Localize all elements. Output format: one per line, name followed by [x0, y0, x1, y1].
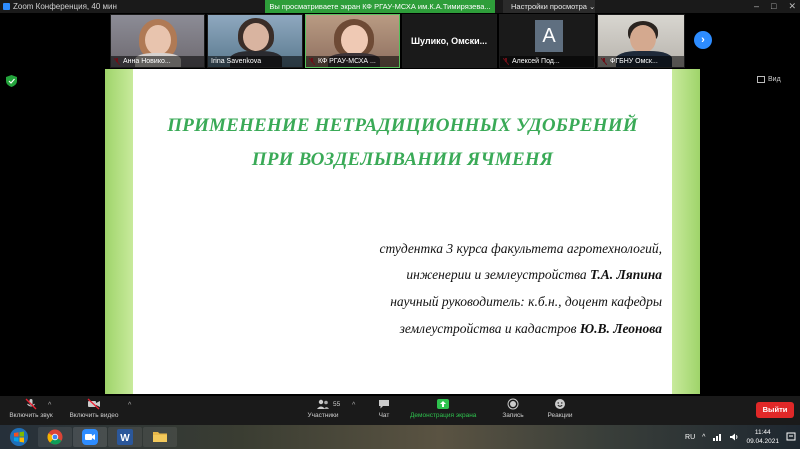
- slide-author-line-1: студентка 3 курса факультета агротехноло…: [379, 241, 662, 256]
- participant-video-tile-active[interactable]: КФ РГАУ-МСХА ...: [305, 14, 400, 68]
- speaker-icon[interactable]: [729, 432, 739, 442]
- presentation-slide: ПРИМЕНЕНИЕ НЕТРАДИЦИОННЫХ УДОБРЕНИЙ ПРИ …: [105, 69, 700, 394]
- notifications-icon[interactable]: [786, 432, 796, 442]
- slide-title-line-2: ПРИ ВОЗДЕЛЫВАНИИ ЯЧМЕНЯ: [251, 149, 554, 170]
- participants-label: Участники: [307, 412, 339, 419]
- shared-screen-area: Вид ПРИМЕНЕНИЕ НЕТРАДИЦИОННЫХ УДОБРЕНИЙ …: [0, 69, 800, 396]
- smiley-face-icon: [555, 399, 565, 409]
- avatar: A: [535, 20, 563, 52]
- video-options-caret-icon[interactable]: ^: [128, 402, 131, 409]
- window-title: Zoom Конференция, 40 мин: [13, 2, 117, 11]
- supervisor-name: Ю.В. Леонова: [579, 321, 662, 336]
- participant-name: Анна Новико...: [111, 56, 204, 67]
- share-screen-label: Демонстрация экрана: [410, 412, 477, 419]
- view-button[interactable]: Вид: [757, 76, 781, 83]
- svg-text:W: W: [120, 433, 130, 444]
- chat-bubble-icon: [379, 400, 389, 409]
- leave-meeting-button[interactable]: Выйти: [756, 402, 794, 418]
- taskbar-file-explorer[interactable]: [143, 427, 177, 447]
- record-icon: [507, 398, 519, 410]
- window-controls: – □ ✕: [754, 0, 796, 13]
- windows-taskbar: W RU ^ 11:44 09.04.2021: [0, 425, 800, 449]
- folder-icon: [153, 432, 167, 442]
- record-label: Запись: [502, 412, 524, 419]
- participant-name: ФГБНУ Омск...: [598, 56, 684, 67]
- screen-share-banner: Вы просматриваете экран КФ РГАУ-МСХА им.…: [265, 0, 495, 13]
- network-icon[interactable]: [712, 432, 722, 442]
- slide-author-line-2: инженерии и землеустройства Т.А. Ляпина: [406, 267, 662, 283]
- meeting-toolbar: Включить звук ^ Включить видео ^ Участни…: [0, 396, 800, 425]
- start-button[interactable]: [2, 427, 36, 447]
- participant-video-tile[interactable]: ФГБНУ Омск...: [597, 14, 685, 68]
- chrome-icon: [47, 429, 63, 445]
- minimize-button[interactable]: –: [754, 0, 759, 13]
- participants-icon: [317, 399, 329, 409]
- start-video-button[interactable]: Включить видео: [66, 398, 122, 419]
- chevron-up-icon[interactable]: ^: [702, 434, 705, 441]
- participant-name: Алексей Под...: [500, 56, 594, 67]
- record-button[interactable]: Запись: [498, 398, 528, 419]
- zoom-icon: [82, 429, 98, 445]
- window-title-bar: Zoom Конференция, 40 мин Вы просматривае…: [0, 0, 800, 13]
- reactions-label: Реакции: [547, 412, 573, 419]
- participant-video-tile[interactable]: Irina Savenkova: [207, 14, 303, 68]
- chevron-down-icon: ⌄: [589, 2, 596, 11]
- view-options-dropdown[interactable]: Настройки просмотра ⌄: [503, 0, 595, 13]
- share-screen-button[interactable]: Демонстрация экрана: [410, 398, 476, 419]
- participant-face: [630, 25, 656, 53]
- taskbar-chrome[interactable]: [38, 427, 72, 447]
- unmute-label: Включить звук: [9, 412, 53, 419]
- video-off-icon: [87, 398, 100, 410]
- clock-time: 11:44: [754, 429, 771, 436]
- security-shield-icon[interactable]: [6, 75, 17, 87]
- taskbar-word[interactable]: W: [108, 427, 142, 447]
- clock-date: 09.04.2021: [746, 438, 779, 445]
- chat-label: Чат: [378, 412, 390, 419]
- participant-face: [145, 25, 171, 55]
- participant-video-tile[interactable]: Анна Новико...: [110, 14, 205, 68]
- participant-face: [243, 23, 269, 51]
- participant-name: КФ РГАУ-МСХА ...: [306, 56, 399, 67]
- view-options-label: Настройки просмотра: [511, 2, 587, 11]
- language-indicator[interactable]: RU: [685, 434, 695, 441]
- start-video-label: Включить видео: [69, 412, 119, 419]
- slide-title-line-1: ПРИМЕНЕНИЕ НЕТРАДИЦИОННЫХ УДОБРЕНИЙ: [167, 115, 638, 136]
- slide-text: инженерии и землеустройства: [406, 267, 590, 282]
- next-page-arrow-icon[interactable]: ›: [694, 31, 712, 49]
- author-name: Т.А. Ляпина: [589, 267, 662, 282]
- close-button[interactable]: ✕: [788, 0, 796, 13]
- chat-button[interactable]: Чат: [372, 398, 396, 419]
- slide-supervisor-line-2: землеустройства и кадастров Ю.В. Леонова: [400, 321, 662, 337]
- muted-microphone-icon: [25, 398, 37, 410]
- word-icon: W: [117, 429, 133, 445]
- participant-thumbnail-strip: Анна Новико... Irina Savenkova КФ РГАУ-М…: [0, 13, 800, 69]
- windows-logo-icon: [10, 428, 28, 446]
- system-tray: RU ^ 11:44 09.04.2021: [685, 425, 796, 449]
- taskbar-zoom[interactable]: [73, 427, 107, 447]
- reactions-button[interactable]: Реакции: [544, 398, 576, 419]
- maximize-button[interactable]: □: [771, 0, 776, 13]
- share-screen-arrow-icon: [437, 399, 449, 409]
- system-clock[interactable]: 11:44 09.04.2021: [746, 428, 779, 446]
- participants-options-caret-icon[interactable]: ^: [352, 402, 355, 409]
- participants-count-badge: 55: [333, 401, 341, 408]
- slide-right-band: [672, 69, 700, 394]
- view-button-label: Вид: [768, 76, 781, 83]
- slide-content: ПРИМЕНЕНИЕ НЕТРАДИЦИОННЫХ УДОБРЕНИЙ ПРИ …: [133, 69, 672, 394]
- participant-face: [341, 25, 368, 55]
- grid-view-icon: [757, 76, 765, 83]
- participant-name: Irina Savenkova: [208, 56, 302, 67]
- participant-avatar-tile[interactable]: A Алексей Под...: [499, 14, 595, 68]
- slide-text: землеустройства и кадастров: [399, 321, 580, 336]
- participant-name: Шулико, Омски...: [411, 36, 488, 46]
- zoom-app-icon: [3, 3, 10, 10]
- audio-options-caret-icon[interactable]: ^: [48, 402, 51, 409]
- participant-name-tile[interactable]: Шулико, Омски...: [402, 14, 497, 68]
- slide-left-band: [105, 69, 133, 394]
- slide-supervisor-line-1: научный руководитель: к.б.н., доцент каф…: [390, 294, 662, 309]
